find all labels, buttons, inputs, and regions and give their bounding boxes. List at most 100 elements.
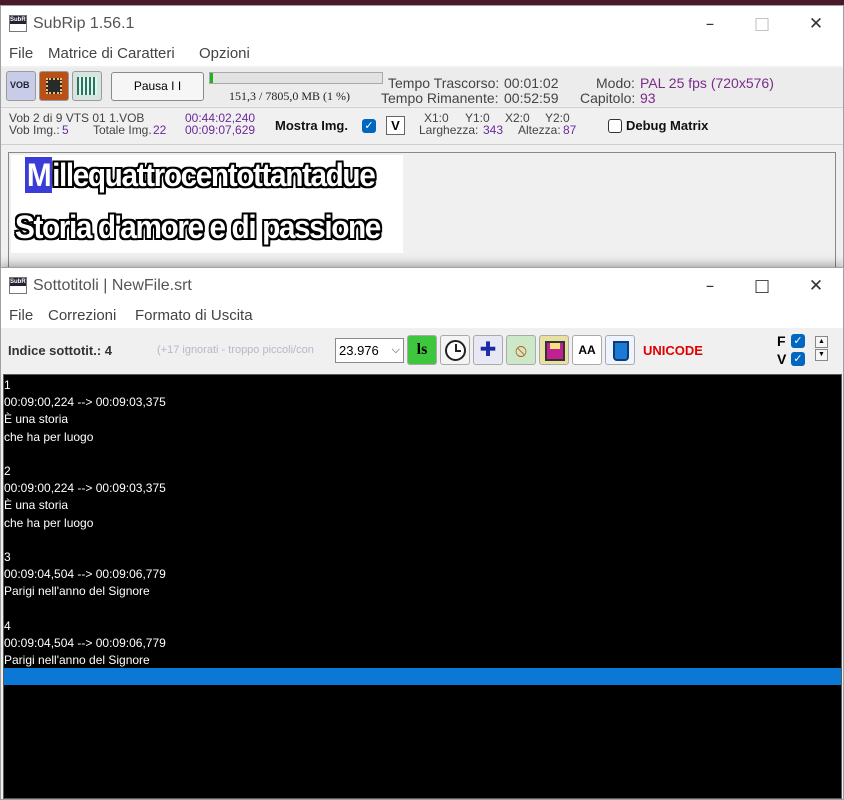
save-button[interactable] xyxy=(539,335,569,365)
subtitle-text-line: che ha per luogo xyxy=(4,429,94,444)
menu-file[interactable]: File xyxy=(9,45,33,62)
f-label: F xyxy=(777,333,786,349)
subtitle-text-line: Parigi nell'anno del Signore xyxy=(4,653,150,668)
title-bar[interactable]: SubRip SubRip 1.56.1 – □ ✕ xyxy=(1,6,843,42)
subtitles-toolbar: Indice sottotit.: 4 (+17 ignorati - trop… xyxy=(1,329,843,373)
vob-icon: VOB xyxy=(10,80,30,90)
matrix-cursor-char: M xyxy=(25,157,53,193)
timing-button[interactable] xyxy=(440,335,470,365)
toolbar-divider xyxy=(1,107,843,108)
check-icon: ✓ xyxy=(793,353,803,365)
subtitles-window: SubRip Sottotitoli | NewFile.srt – □ ✕ F… xyxy=(0,267,844,800)
subrip-app-icon: SubRip xyxy=(9,277,27,294)
mode-label: Modo: xyxy=(596,75,635,91)
triangle-down-icon: ▼ xyxy=(818,351,825,358)
time-current: 00:09:07,629 xyxy=(185,123,256,137)
height-value: 87 xyxy=(563,123,577,137)
subtitle-index: 2 xyxy=(4,464,11,478)
elapsed-value: 00:01:02 xyxy=(504,75,559,91)
join-button[interactable]: ✚ xyxy=(473,335,503,365)
selected-line-highlight xyxy=(4,668,841,685)
open-vob-button[interactable]: VOB xyxy=(6,71,36,101)
subtitle-timing: 00:09:00,224 --> 00:09:03,375 xyxy=(4,481,166,496)
maximize-button[interactable]: □ xyxy=(739,270,785,302)
debug-matrix-label: Debug Matrix xyxy=(626,118,709,133)
title-bar[interactable]: SubRip Sottotitoli | NewFile.srt – □ ✕ xyxy=(1,268,843,304)
matrix-icon xyxy=(77,77,97,95)
progress-bar xyxy=(209,72,383,84)
triangle-up-icon: ▲ xyxy=(818,338,825,345)
menu-output-format[interactable]: Formato di Uscita xyxy=(135,307,253,324)
ls-icon: ls xyxy=(416,341,428,358)
spin-down-button[interactable]: ▼ xyxy=(815,349,828,361)
check-icon: ✓ xyxy=(793,335,803,347)
subtitle-text-line: È una storia xyxy=(4,412,69,427)
film-icon xyxy=(46,78,62,94)
spin-up-button[interactable]: ▲ xyxy=(815,336,828,348)
chapter-value: 93 xyxy=(640,90,656,106)
v-checkbox[interactable]: ✓ xyxy=(791,352,805,366)
minimize-button[interactable]: – xyxy=(687,270,733,302)
clear-button[interactable] xyxy=(605,335,635,365)
pause-button[interactable]: Pausa I I xyxy=(111,72,204,101)
subtitle-text-line: che ha per luogo xyxy=(4,515,94,530)
minimize-button[interactable]: – xyxy=(687,8,733,40)
progress-fill xyxy=(210,73,214,83)
subtitle-text-line: Parigi nell'anno del Signore xyxy=(4,584,150,599)
subtitle-entry: 4 00:09:04,504 --> 00:09:06,779 Parigi n… xyxy=(4,618,166,670)
vob-img-value: 5 xyxy=(62,123,69,137)
subtitle-timing: 00:09:00,224 --> 00:09:03,375 xyxy=(4,395,166,410)
menu-corrections[interactable]: Correzioni xyxy=(48,307,116,324)
remaining-label: Tempo Rimanente: xyxy=(381,90,499,106)
window-title: Sottotitoli | NewFile.srt xyxy=(33,277,192,294)
subtitle-index: 4 xyxy=(4,619,11,633)
close-button[interactable]: ✕ xyxy=(793,270,839,302)
fps-value: 23.976 xyxy=(339,343,379,358)
debug-matrix-checkbox[interactable] xyxy=(608,119,622,133)
unicode-label[interactable]: UNICODE xyxy=(643,343,703,358)
close-button[interactable]: ✕ xyxy=(793,8,839,40)
chapter-label: Capitolo: xyxy=(580,90,636,106)
ls-button[interactable]: ls xyxy=(407,335,437,365)
film-icon-button[interactable] xyxy=(39,71,69,101)
window-title: SubRip 1.56.1 xyxy=(33,15,135,32)
remaining-value: 00:52:59 xyxy=(504,90,559,106)
vob-img-label: Vob Img.: xyxy=(9,123,60,137)
vob-info-panel: Vob 2 di 9 VTS 01 1.VOB Vob Img.: 5 Tota… xyxy=(1,109,843,143)
subrip-app-icon: SubRip xyxy=(9,15,27,32)
subtitle-entry: 1 00:09:00,224 --> 00:09:03,375 È una st… xyxy=(4,377,166,446)
mode-value: PAL 25 fps (720x576) xyxy=(640,75,774,91)
subtitle-text-line: È una storia xyxy=(4,498,69,513)
maximize-button[interactable]: □ xyxy=(739,8,785,40)
subtitles-text-area[interactable]: 1 00:09:00,224 --> 00:09:03,375 È una st… xyxy=(3,374,842,799)
v-button[interactable]: V xyxy=(386,116,405,135)
ignored-count-text: (+17 ignorati - troppo piccoli/con xyxy=(157,344,314,356)
width-label: Larghezza: xyxy=(419,123,479,137)
menu-file[interactable]: File xyxy=(9,307,33,324)
trash-icon xyxy=(613,341,629,361)
menu-options[interactable]: Opzioni xyxy=(199,45,250,62)
subtitle-entry: 3 00:09:04,504 --> 00:09:06,779 Parigi n… xyxy=(4,549,166,601)
f-checkbox[interactable]: ✓ xyxy=(791,334,805,348)
subtitle-entry: 2 00:09:00,224 --> 00:09:03,375 È una st… xyxy=(4,463,166,532)
matrix-button[interactable] xyxy=(72,71,102,101)
font-button[interactable]: AA xyxy=(572,335,602,365)
subtitle-index-label: Indice sottotit.: 4 xyxy=(8,343,112,358)
menu-character-matrix[interactable]: Matrice di Caratteri xyxy=(48,45,175,62)
filter-button[interactable]: ⦸ xyxy=(506,335,536,365)
subtitle-index: 1 xyxy=(4,378,11,392)
total-img-value: 22 xyxy=(153,123,167,137)
total-img-label: Totale Img. xyxy=(93,123,152,137)
puzzle-icon: ✚ xyxy=(479,339,497,361)
check-icon: ✓ xyxy=(364,120,374,132)
progress-text: 151,3 / 7805,0 MB (1 %) xyxy=(229,89,350,103)
subrip-main-window: SubRip SubRip 1.56.1 – □ ✕ File Matrice … xyxy=(0,5,844,280)
chevron-down-icon: ⌵ xyxy=(391,344,400,356)
width-value: 343 xyxy=(483,123,504,137)
show-image-checkbox[interactable]: ✓ xyxy=(362,119,376,133)
fps-select[interactable]: 23.976 ⌵ xyxy=(335,338,404,363)
font-icon: AA xyxy=(578,343,596,357)
show-image-label: Mostra Img. xyxy=(275,118,348,133)
v-label: V xyxy=(777,351,787,367)
subtitle-timing: 00:09:04,504 --> 00:09:06,779 xyxy=(4,567,166,582)
